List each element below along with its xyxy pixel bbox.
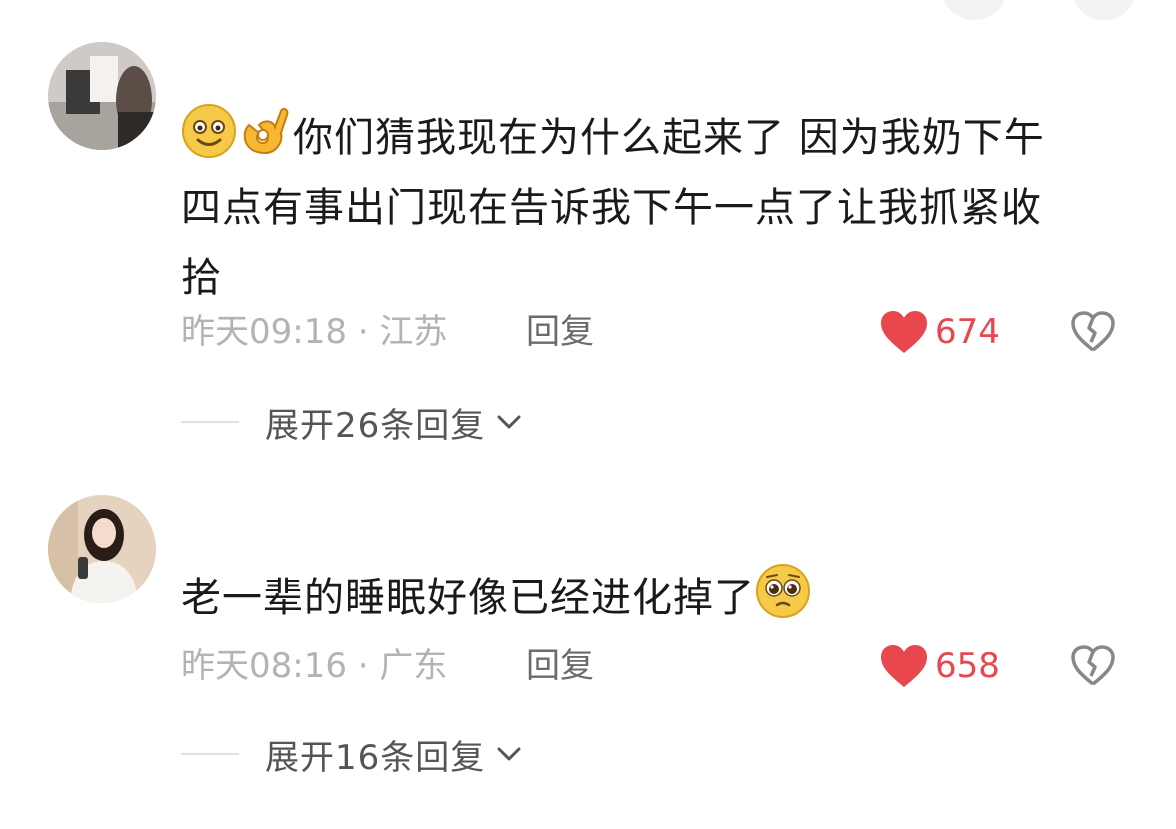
heart-icon bbox=[879, 309, 929, 355]
comment-text: 你们猜我现在为什么起来了 因为我奶下午 四点有事出门现在告诉我下午一点了让我抓紧… bbox=[181, 103, 1141, 313]
avatar-room-photo bbox=[48, 42, 156, 150]
ok-hand-emoji bbox=[237, 103, 293, 159]
chevron-down-icon bbox=[493, 406, 525, 438]
expand-replies-button[interactable]: 展开26条回复 bbox=[181, 394, 525, 450]
divider-line bbox=[181, 753, 239, 755]
comment-time-location: 昨天09:18 · 江苏 bbox=[181, 312, 448, 352]
heart-icon bbox=[879, 643, 929, 689]
like-count: 658 bbox=[935, 646, 1000, 686]
comment-text-line: 老一辈的睡眠好像已经进化掉了 bbox=[181, 575, 755, 621]
top-action-button-left[interactable] bbox=[942, 0, 1006, 20]
comment-meta: 昨天09:18 · 江苏 回复 674 bbox=[181, 304, 1141, 360]
broken-heart-icon bbox=[1069, 642, 1117, 690]
reply-button[interactable]: 回复 bbox=[526, 304, 594, 360]
like-button[interactable]: 658 bbox=[879, 638, 1000, 694]
dislike-button[interactable] bbox=[1069, 308, 1117, 356]
like-button[interactable]: 674 bbox=[879, 304, 1000, 360]
broken-heart-icon bbox=[1069, 308, 1117, 356]
user-avatar[interactable] bbox=[48, 42, 156, 150]
like-count: 674 bbox=[935, 312, 1000, 352]
pleading-face-emoji bbox=[755, 563, 811, 619]
expand-replies-label: 展开26条回复 bbox=[265, 405, 486, 446]
comment-text-line: 你们猜我现在为什么起来了 因为我奶下午 bbox=[293, 115, 1045, 161]
comment-text: 老一辈的睡眠好像已经进化掉了 bbox=[181, 563, 1141, 633]
comment-text-line: 拾 bbox=[181, 255, 222, 301]
reply-button[interactable]: 回复 bbox=[526, 638, 594, 694]
avatar-selfie-photo bbox=[48, 495, 156, 603]
user-avatar[interactable] bbox=[48, 495, 156, 603]
top-action-button-right[interactable] bbox=[1072, 0, 1136, 20]
chevron-down-icon bbox=[493, 738, 525, 770]
comment-list: 你们猜我现在为什么起来了 因为我奶下午 四点有事出门现在告诉我下午一点了让我抓紧… bbox=[0, 0, 1176, 829]
dislike-button[interactable] bbox=[1069, 642, 1117, 690]
smiling-face-emoji bbox=[181, 103, 237, 159]
expand-replies-button[interactable]: 展开16条回复 bbox=[181, 726, 525, 782]
expand-replies-label: 展开16条回复 bbox=[265, 737, 486, 778]
comment-meta: 昨天08:16 · 广东 回复 658 bbox=[181, 638, 1141, 694]
divider-line bbox=[181, 421, 239, 423]
comment-time-location: 昨天08:16 · 广东 bbox=[181, 646, 448, 686]
comment-text-line: 四点有事出门现在告诉我下午一点了让我抓紧收 bbox=[181, 185, 1042, 231]
